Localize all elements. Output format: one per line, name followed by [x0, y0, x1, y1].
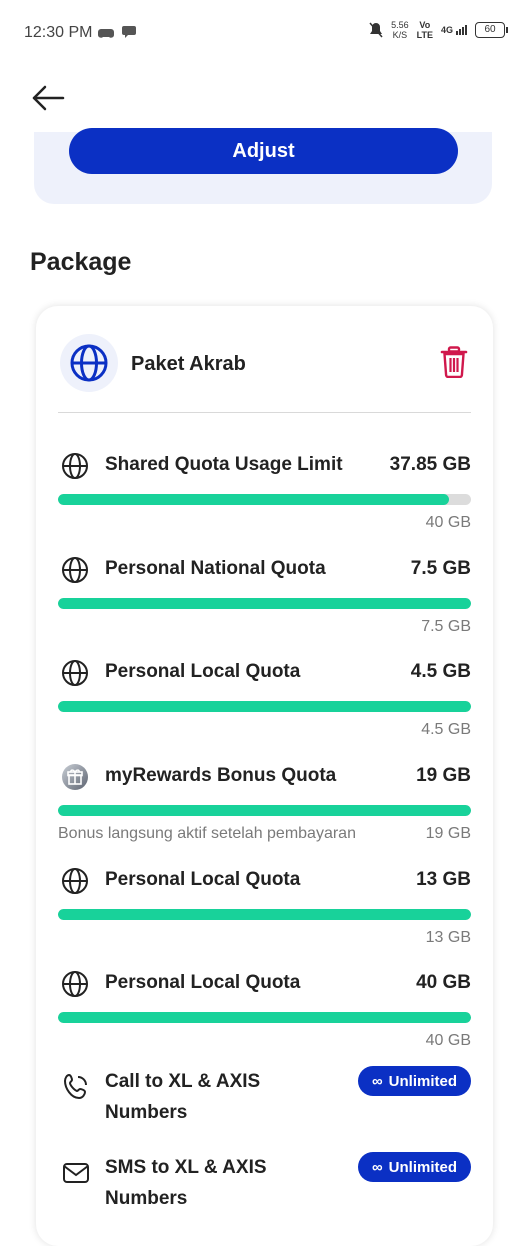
- adjust-button[interactable]: Adjust: [69, 128, 458, 174]
- infinity-icon: ∞: [371, 1072, 383, 1090]
- quota-label: Personal Local Quota: [105, 972, 301, 993]
- battery-icon: 60: [475, 22, 508, 38]
- globe-icon: [62, 971, 88, 997]
- bell-muted-icon: [369, 22, 383, 38]
- service-label: Call to XL & AXIS Numbers: [105, 1071, 261, 1123]
- package-icon: [60, 334, 118, 392]
- quota-item: myRewards Bonus Quota 19 GB Bonus langsu…: [58, 763, 471, 859]
- quota-value: 40 GB: [416, 972, 471, 993]
- mail-icon: [63, 1163, 89, 1183]
- game-controller-icon: [98, 29, 114, 38]
- quota-progress-bar: [58, 598, 471, 609]
- quota-note: Bonus langsung aktif setelah pembayaran: [58, 825, 356, 842]
- quota-total: 40 GB: [425, 514, 471, 531]
- net-speed: 5.56 K/S: [391, 20, 409, 40]
- delete-package-button[interactable]: [440, 346, 468, 379]
- quota-progress-bar: [58, 494, 471, 505]
- globe-icon: [62, 660, 88, 686]
- quota-progress-bar: [58, 805, 471, 816]
- quota-progress-bar: [58, 1012, 471, 1023]
- quota-item: Personal Local Quota 13 GB 13 GB: [58, 867, 471, 963]
- infinity-icon: ∞: [371, 1158, 383, 1176]
- quota-label: Personal National Quota: [105, 558, 326, 579]
- quota-total: 40 GB: [425, 1032, 471, 1049]
- quota-value: 13 GB: [416, 869, 471, 890]
- globe-icon: [62, 868, 88, 894]
- package-name: Paket Akrab: [131, 353, 246, 375]
- quota-progress-fill: [58, 598, 471, 609]
- quota-value: 37.85 GB: [389, 454, 471, 475]
- quota-value: 4.5 GB: [410, 661, 471, 682]
- quota-progress-fill: [58, 909, 471, 920]
- globe-icon: [62, 453, 88, 479]
- quota-item: Shared Quota Usage Limit 37.85 GB 40 GB: [58, 452, 471, 548]
- section-title: Package: [30, 248, 132, 276]
- phone-icon: [63, 1073, 87, 1100]
- service-item-sms: SMS to XL & AXIS Numbers ∞ Unlimited: [58, 1152, 471, 1222]
- package-card: Paket Akrab Shared Quota Usage Limit 37.…: [36, 306, 493, 1246]
- quota-label: Personal Local Quota: [105, 869, 301, 890]
- quota-value: 7.5 GB: [410, 558, 471, 579]
- globe-icon: [70, 344, 108, 382]
- quota-label: Shared Quota Usage Limit: [105, 454, 343, 475]
- message-icon: [122, 26, 136, 38]
- signal-icon: 4G: [441, 25, 467, 35]
- quota-total: 19 GB: [425, 825, 471, 842]
- quota-progress-fill: [58, 701, 471, 712]
- quota-item: Personal Local Quota 4.5 GB 4.5 GB: [58, 659, 471, 755]
- globe-icon: [62, 557, 88, 583]
- unlimited-badge: ∞ Unlimited: [357, 1152, 471, 1182]
- quota-progress-bar: [58, 701, 471, 712]
- quota-progress-fill: [58, 494, 449, 505]
- back-button[interactable]: [30, 82, 66, 114]
- quota-label: Personal Local Quota: [105, 661, 301, 682]
- quota-item: Personal Local Quota 40 GB 40 GB: [58, 970, 471, 1066]
- quota-progress-bar: [58, 909, 471, 920]
- divider: [58, 412, 471, 413]
- status-time: 12:30 PM: [24, 24, 93, 41]
- unlimited-badge: ∞ Unlimited: [357, 1066, 471, 1096]
- quota-value: 19 GB: [416, 765, 471, 786]
- quota-item: Personal National Quota 7.5 GB 7.5 GB: [58, 556, 471, 652]
- quota-label: myRewards Bonus Quota: [105, 765, 337, 786]
- gift-icon: [62, 764, 88, 790]
- status-bar: 12:30 PM 5.56 K/S Vo LTE 4G 60: [0, 0, 527, 64]
- quota-total: 7.5 GB: [421, 618, 471, 635]
- quota-progress-fill: [58, 1012, 471, 1023]
- service-label: SMS to XL & AXIS Numbers: [105, 1157, 267, 1209]
- service-item-call: Call to XL & AXIS Numbers ∞ Unlimited: [58, 1066, 471, 1136]
- quota-total: 4.5 GB: [421, 721, 471, 738]
- volte-indicator: Vo LTE: [416, 20, 433, 40]
- quota-progress-fill: [58, 805, 471, 816]
- arrow-left-icon: [32, 85, 65, 111]
- quota-total: 13 GB: [425, 929, 471, 946]
- trash-icon: [440, 346, 468, 379]
